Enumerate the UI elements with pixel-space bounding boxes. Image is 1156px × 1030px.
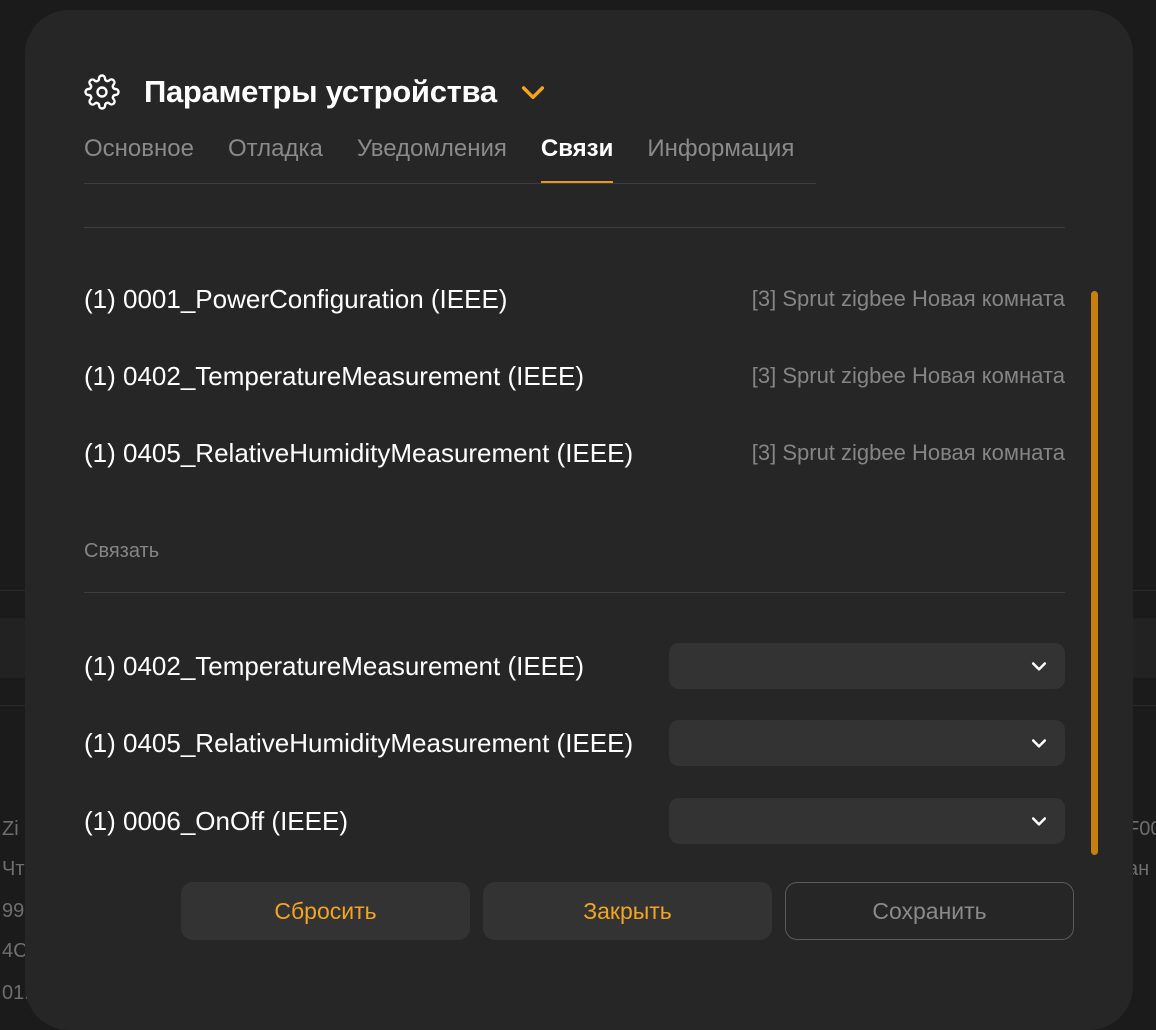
chevron-down-icon: [1031, 817, 1047, 826]
close-button[interactable]: Закрыть: [483, 882, 772, 940]
save-button[interactable]: Сохранить: [785, 882, 1074, 940]
tab-info[interactable]: Информация: [647, 130, 794, 183]
bind-section-label: Связать: [84, 540, 160, 562]
section-divider: [84, 227, 1065, 228]
link-row: (1) 0402_TemperatureMeasurement (IEEE) […: [84, 356, 1065, 396]
link-cluster-name: (1) 0001_PowerConfiguration (IEEE): [84, 283, 508, 314]
tab-notifications[interactable]: Уведомления: [357, 130, 507, 183]
scrollbar[interactable]: [1091, 291, 1098, 855]
link-row: (1) 0001_PowerConfiguration (IEEE) [3] S…: [84, 279, 1065, 319]
link-target: [3] Sprut zigbee Новая комната: [751, 440, 1065, 465]
chevron-down-icon: [1031, 739, 1047, 748]
bind-row: (1) 0402_TemperatureMeasurement (IEEE): [84, 643, 1065, 689]
bind-target-select[interactable]: [669, 798, 1065, 844]
background-text: 4C: [2, 940, 28, 962]
bind-row: (1) 0006_OnOff (IEEE): [84, 798, 1065, 844]
tab-debug[interactable]: Отладка: [228, 130, 323, 183]
background-text: Чт: [2, 858, 25, 880]
modal-title: Параметры устройства: [144, 74, 497, 109]
link-cluster-name: (1) 0405_RelativeHumidityMeasurement (IE…: [84, 437, 634, 468]
gear-icon: [84, 74, 120, 110]
link-row: (1) 0405_RelativeHumidityMeasurement (IE…: [84, 433, 1065, 473]
background-text: Zi: [2, 818, 19, 840]
link-target: [3] Sprut zigbee Новая комната: [751, 363, 1065, 388]
bind-target-select[interactable]: [669, 643, 1065, 689]
modal-header: Параметры устройства: [84, 70, 549, 114]
tab-links[interactable]: Связи: [540, 130, 614, 183]
chevron-down-icon: [1031, 662, 1047, 671]
chevron-down-icon[interactable]: [517, 76, 549, 108]
bind-cluster-name: (1) 0006_OnOff (IEEE): [84, 806, 348, 836]
reset-button[interactable]: Сбросить: [181, 882, 470, 940]
link-cluster-name: (1) 0402_TemperatureMeasurement (IEEE): [84, 360, 585, 391]
bind-row: (1) 0405_RelativeHumidityMeasurement (IE…: [84, 720, 1065, 766]
tab-main[interactable]: Основное: [84, 130, 194, 183]
settings-tabs: Основное Отладка Уведомления Связи Инфор…: [84, 130, 816, 184]
device-settings-modal: Параметры устройства Основное Отладка Ув…: [25, 10, 1133, 1030]
background-text: 99: [2, 900, 25, 922]
bind-cluster-name: (1) 0402_TemperatureMeasurement (IEEE): [84, 651, 585, 681]
bind-target-select[interactable]: [669, 720, 1065, 766]
link-target: [3] Sprut zigbee Новая комната: [751, 286, 1065, 311]
bind-cluster-name: (1) 0405_RelativeHumidityMeasurement (IE…: [84, 728, 634, 758]
section-divider: [84, 592, 1065, 593]
